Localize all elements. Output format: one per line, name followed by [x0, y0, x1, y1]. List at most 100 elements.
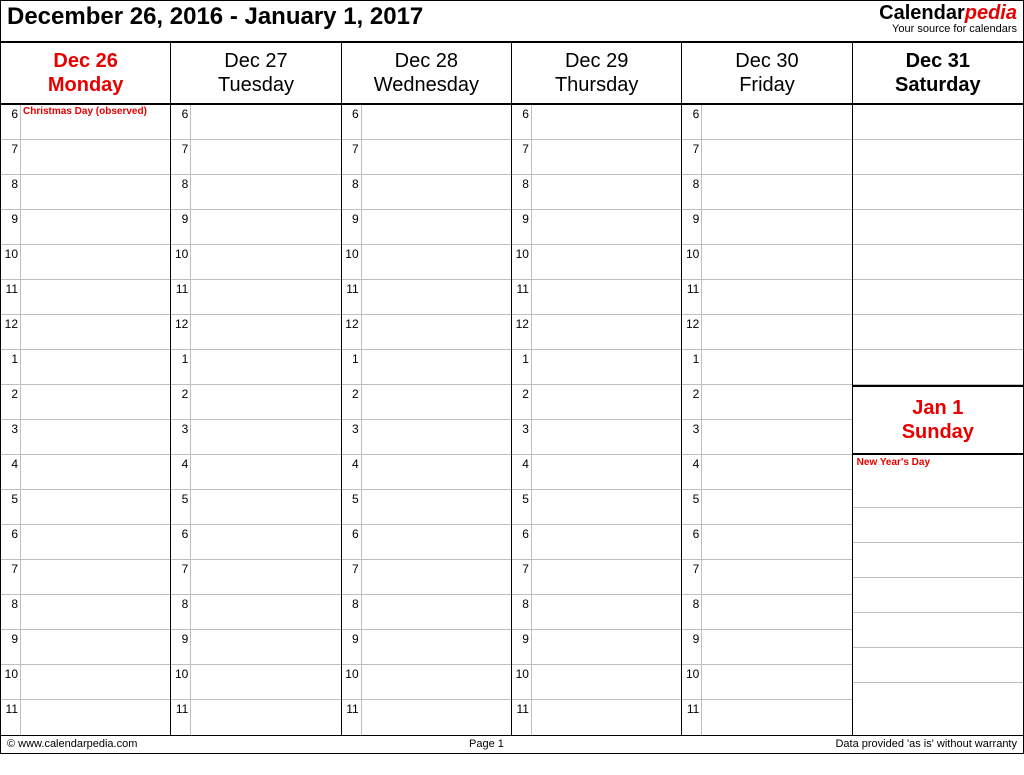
- hour-row: 7: [171, 560, 340, 595]
- hour-row: 6: [512, 105, 681, 140]
- hour-label: 1: [342, 350, 362, 384]
- hour-row: 5: [342, 490, 511, 525]
- hour-row: 12: [1, 315, 170, 350]
- hour-row: 3: [512, 420, 681, 455]
- hour-row: 11: [682, 700, 851, 735]
- hour-cell: [702, 350, 851, 384]
- hour-cell: [21, 525, 170, 559]
- hour-cell: [532, 350, 681, 384]
- hour-cell: [21, 455, 170, 489]
- day-column: Dec 27Tuesday67891011121234567891011: [171, 43, 341, 735]
- hour-cell: [362, 490, 511, 524]
- hour-cell: [362, 350, 511, 384]
- hour-row: 9: [171, 630, 340, 665]
- holiday-note: Christmas Day (observed): [21, 105, 170, 117]
- hour-cell: [21, 665, 170, 699]
- hour-label: 10: [512, 245, 532, 279]
- weekend-slot: [853, 140, 1023, 175]
- hour-label: 2: [1, 385, 21, 419]
- hour-row: 6: [171, 105, 340, 140]
- hour-row: 6: [171, 525, 340, 560]
- hour-label: 6: [171, 105, 191, 139]
- hour-label: 6: [171, 525, 191, 559]
- sunday-header: Jan 1Sunday: [853, 385, 1023, 455]
- footer-center: Page 1: [469, 738, 504, 751]
- calendar-page: December 26, 2016 - January 1, 2017 Cale…: [0, 0, 1024, 754]
- hour-cell: [21, 315, 170, 349]
- hour-label: 10: [1, 245, 21, 279]
- hour-row: 2: [1, 385, 170, 420]
- hour-row: 1: [171, 350, 340, 385]
- hour-label: 8: [1, 175, 21, 209]
- hour-cell: [702, 105, 851, 139]
- hour-label: 4: [171, 455, 191, 489]
- hour-row: 9: [1, 210, 170, 245]
- hour-row: 10: [512, 665, 681, 700]
- hour-label: 10: [342, 245, 362, 279]
- hour-cell: [21, 385, 170, 419]
- hour-label: 8: [171, 595, 191, 629]
- hour-row: 6: [1, 525, 170, 560]
- hour-label: 1: [1, 350, 21, 384]
- hour-row: 11: [342, 700, 511, 735]
- hour-cell: [532, 490, 681, 524]
- hour-label: 10: [342, 665, 362, 699]
- hour-cell: [191, 315, 340, 349]
- hour-cell: [532, 315, 681, 349]
- hour-row: 9: [682, 630, 851, 665]
- day-weekday: Friday: [682, 73, 851, 97]
- hour-cell: [21, 175, 170, 209]
- hour-row: 4: [512, 455, 681, 490]
- hour-row: 7: [342, 560, 511, 595]
- hour-label: 5: [682, 490, 702, 524]
- brand-name: Calendarpedia: [879, 3, 1017, 24]
- hour-cell: [191, 385, 340, 419]
- hour-cell: [362, 210, 511, 244]
- hour-row: 1: [512, 350, 681, 385]
- hour-row: 7: [342, 140, 511, 175]
- hour-row: 9: [1, 630, 170, 665]
- hour-label: 3: [1, 420, 21, 454]
- day-weekday: Monday: [1, 73, 170, 97]
- hour-row: 2: [682, 385, 851, 420]
- hour-label: 7: [342, 560, 362, 594]
- hour-label: 4: [342, 455, 362, 489]
- hour-label: 11: [342, 280, 362, 314]
- hour-label: 9: [1, 210, 21, 244]
- day-weekday: Wednesday: [342, 73, 511, 97]
- hour-label: 10: [512, 665, 532, 699]
- hour-label: 2: [342, 385, 362, 419]
- hour-label: 2: [682, 385, 702, 419]
- hour-cell: [702, 210, 851, 244]
- hour-label: 6: [342, 105, 362, 139]
- day-header: Dec 27Tuesday: [171, 43, 340, 105]
- hour-cell: [362, 245, 511, 279]
- footer-bar: © www.calendarpedia.com Page 1 Data prov…: [1, 735, 1023, 753]
- hour-row: 4: [1, 455, 170, 490]
- hour-row: 5: [1, 490, 170, 525]
- hour-label: 3: [171, 420, 191, 454]
- hour-label: 11: [1, 700, 21, 735]
- hour-cell: [191, 595, 340, 629]
- hour-label: 3: [512, 420, 532, 454]
- hour-label: 8: [1, 595, 21, 629]
- hour-cell: [702, 280, 851, 314]
- hour-row: 4: [342, 455, 511, 490]
- hour-cell: [702, 315, 851, 349]
- hour-label: 7: [342, 140, 362, 174]
- hour-row: 5: [682, 490, 851, 525]
- day-weekday: Sunday: [853, 420, 1023, 444]
- hour-row: 7: [1, 140, 170, 175]
- hour-label: 6: [342, 525, 362, 559]
- hour-cell: [702, 630, 851, 664]
- hour-cell: Christmas Day (observed): [21, 105, 170, 139]
- hour-row: 10: [682, 665, 851, 700]
- hour-row: 10: [342, 665, 511, 700]
- weekend-slot: [853, 578, 1023, 613]
- hour-label: 7: [512, 140, 532, 174]
- hour-cell: [702, 455, 851, 489]
- hour-label: 9: [171, 630, 191, 664]
- hour-row: 10: [682, 245, 851, 280]
- day-date: Dec 29: [512, 49, 681, 73]
- hour-row: 6Christmas Day (observed): [1, 105, 170, 140]
